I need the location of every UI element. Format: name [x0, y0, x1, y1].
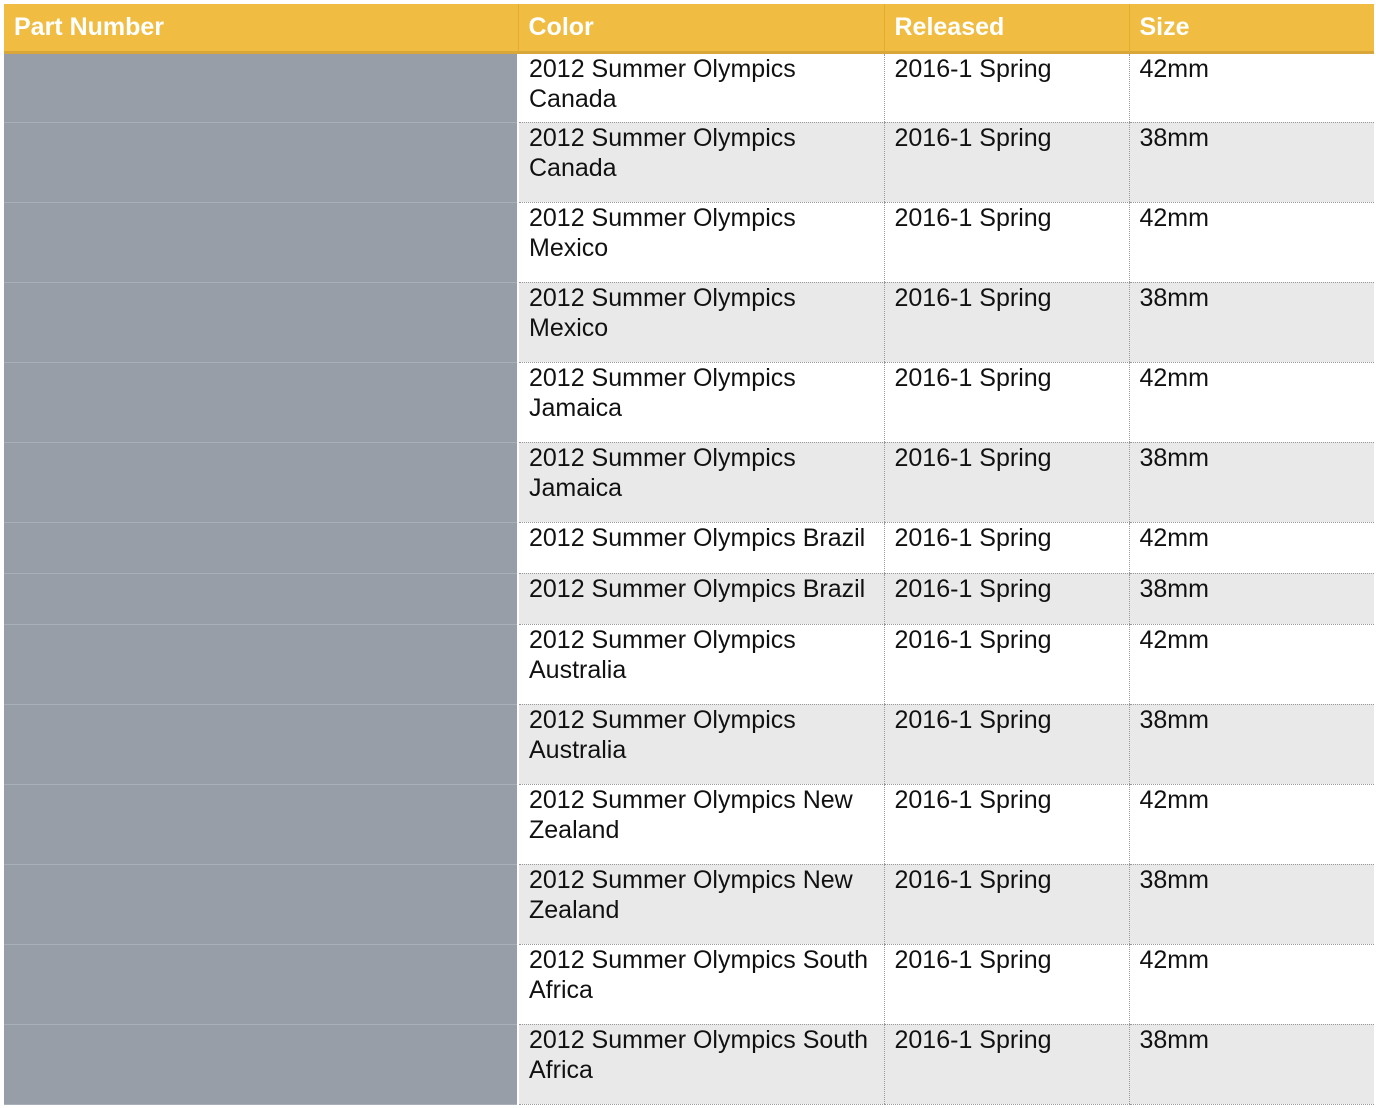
table-row: 2012 Summer Olympics Canada 2016-1 Spring…: [4, 122, 1374, 203]
released-cell[interactable]: 2016-1 Spring: [883, 624, 1129, 705]
data-table: Part Number Color Released Size 2012 Sum…: [4, 4, 1374, 1105]
table-row: 2012 Summer Olympics Mexico 2016-1 Spring…: [4, 202, 1374, 283]
size-cell[interactable]: 42mm: [1128, 944, 1374, 1025]
released-cell[interactable]: 2016-1 Spring: [883, 442, 1129, 523]
size-cell[interactable]: 42mm: [1128, 362, 1374, 443]
size-cell[interactable]: 38mm: [1128, 282, 1374, 363]
part-number-cell[interactable]: [4, 784, 518, 865]
part-number-cell[interactable]: [4, 442, 518, 523]
table-header: Part Number Color Released Size: [4, 4, 1374, 54]
size-cell[interactable]: 38mm: [1128, 864, 1374, 945]
released-cell[interactable]: 2016-1 Spring: [883, 944, 1129, 1025]
color-cell[interactable]: 2012 Summer Olympics New Zealand: [517, 864, 884, 945]
color-cell[interactable]: 2012 Summer Olympics Mexico: [517, 282, 884, 363]
part-number-cell[interactable]: [4, 522, 518, 574]
color-cell[interactable]: 2012 Summer Olympics Australia: [517, 704, 884, 785]
color-cell[interactable]: 2012 Summer Olympics Jamaica: [517, 442, 884, 523]
color-cell[interactable]: 2012 Summer Olympics Jamaica: [517, 362, 884, 443]
table-row: 2012 Summer Olympics Canada 2016-1 Spring…: [4, 52, 1374, 123]
color-cell[interactable]: 2012 Summer Olympics Mexico: [517, 202, 884, 283]
table-row: 2012 Summer Olympics Australia 2016-1 Spr…: [4, 704, 1374, 785]
released-cell[interactable]: 2016-1 Spring: [883, 282, 1129, 363]
part-number-cell[interactable]: [4, 944, 518, 1025]
released-cell[interactable]: 2016-1 Spring: [883, 122, 1129, 203]
column-header-color[interactable]: Color: [517, 4, 884, 54]
column-header-released[interactable]: Released: [883, 4, 1129, 54]
part-number-cell[interactable]: [4, 624, 518, 705]
size-cell[interactable]: 42mm: [1128, 784, 1374, 865]
color-cell[interactable]: 2012 Summer Olympics Brazil: [517, 522, 884, 574]
table-row: 2012 Summer Olympics Australia 2016-1 Spr…: [4, 624, 1374, 705]
part-number-cell[interactable]: [4, 864, 518, 945]
size-cell[interactable]: 38mm: [1128, 573, 1374, 625]
table-row: 2012 Summer Olympics Mexico 2016-1 Spring…: [4, 282, 1374, 363]
released-cell[interactable]: 2016-1 Spring: [883, 202, 1129, 283]
part-number-cell[interactable]: [4, 122, 518, 203]
released-cell[interactable]: 2016-1 Spring: [883, 1024, 1129, 1105]
part-number-cell[interactable]: [4, 202, 518, 283]
table-row: 2012 Summer Olympics New Zealand 2016-1 S…: [4, 784, 1374, 865]
released-cell[interactable]: 2016-1 Spring: [883, 362, 1129, 443]
released-cell[interactable]: 2016-1 Spring: [883, 704, 1129, 785]
size-cell[interactable]: 42mm: [1128, 202, 1374, 283]
size-cell[interactable]: 38mm: [1128, 1024, 1374, 1105]
column-header-part-number[interactable]: Part Number: [4, 4, 518, 54]
color-cell[interactable]: 2012 Summer Olympics South Africa: [517, 1024, 884, 1105]
size-cell[interactable]: 38mm: [1128, 122, 1374, 203]
part-number-cell[interactable]: [4, 704, 518, 785]
table-row: 2012 Summer Olympics Jamaica 2016-1 Sprin…: [4, 442, 1374, 523]
part-number-cell[interactable]: [4, 362, 518, 443]
table-row: 2012 Summer Olympics South Africa 2016-1 …: [4, 1024, 1374, 1105]
color-cell[interactable]: 2012 Summer Olympics South Africa: [517, 944, 884, 1025]
part-number-cell[interactable]: [4, 52, 518, 123]
size-cell[interactable]: 42mm: [1128, 624, 1374, 705]
released-cell[interactable]: 2016-1 Spring: [883, 864, 1129, 945]
color-cell[interactable]: 2012 Summer Olympics Brazil: [517, 573, 884, 625]
table-row: 2012 Summer Olympics Brazil 2016-1 Spring…: [4, 522, 1374, 574]
size-cell[interactable]: 38mm: [1128, 704, 1374, 785]
released-cell[interactable]: 2016-1 Spring: [883, 573, 1129, 625]
size-cell[interactable]: 42mm: [1128, 522, 1374, 574]
size-cell[interactable]: 42mm: [1128, 52, 1374, 123]
released-cell[interactable]: 2016-1 Spring: [883, 522, 1129, 574]
spreadsheet-table-container: Part Number Color Released Size 2012 Sum…: [4, 4, 1374, 1108]
table-row: 2012 Summer Olympics New Zealand 2016-1 S…: [4, 864, 1374, 945]
table-row: 2012 Summer Olympics Jamaica 2016-1 Sprin…: [4, 362, 1374, 443]
color-cell[interactable]: 2012 Summer Olympics Canada: [517, 52, 884, 123]
size-cell[interactable]: 38mm: [1128, 442, 1374, 523]
table-row: 2012 Summer Olympics South Africa 2016-1 …: [4, 944, 1374, 1025]
header-row: Part Number Color Released Size: [4, 4, 1374, 54]
part-number-cell[interactable]: [4, 1024, 518, 1105]
color-cell[interactable]: 2012 Summer Olympics Australia: [517, 624, 884, 705]
color-cell[interactable]: 2012 Summer Olympics New Zealand: [517, 784, 884, 865]
table-row: 2012 Summer Olympics Brazil 2016-1 Spring…: [4, 573, 1374, 625]
part-number-cell[interactable]: [4, 573, 518, 625]
released-cell[interactable]: 2016-1 Spring: [883, 784, 1129, 865]
part-number-cell[interactable]: [4, 282, 518, 363]
table-body: 2012 Summer Olympics Canada 2016-1 Spring…: [4, 52, 1374, 1105]
column-header-size[interactable]: Size: [1128, 4, 1374, 54]
released-cell[interactable]: 2016-1 Spring: [883, 52, 1129, 123]
color-cell[interactable]: 2012 Summer Olympics Canada: [517, 122, 884, 203]
